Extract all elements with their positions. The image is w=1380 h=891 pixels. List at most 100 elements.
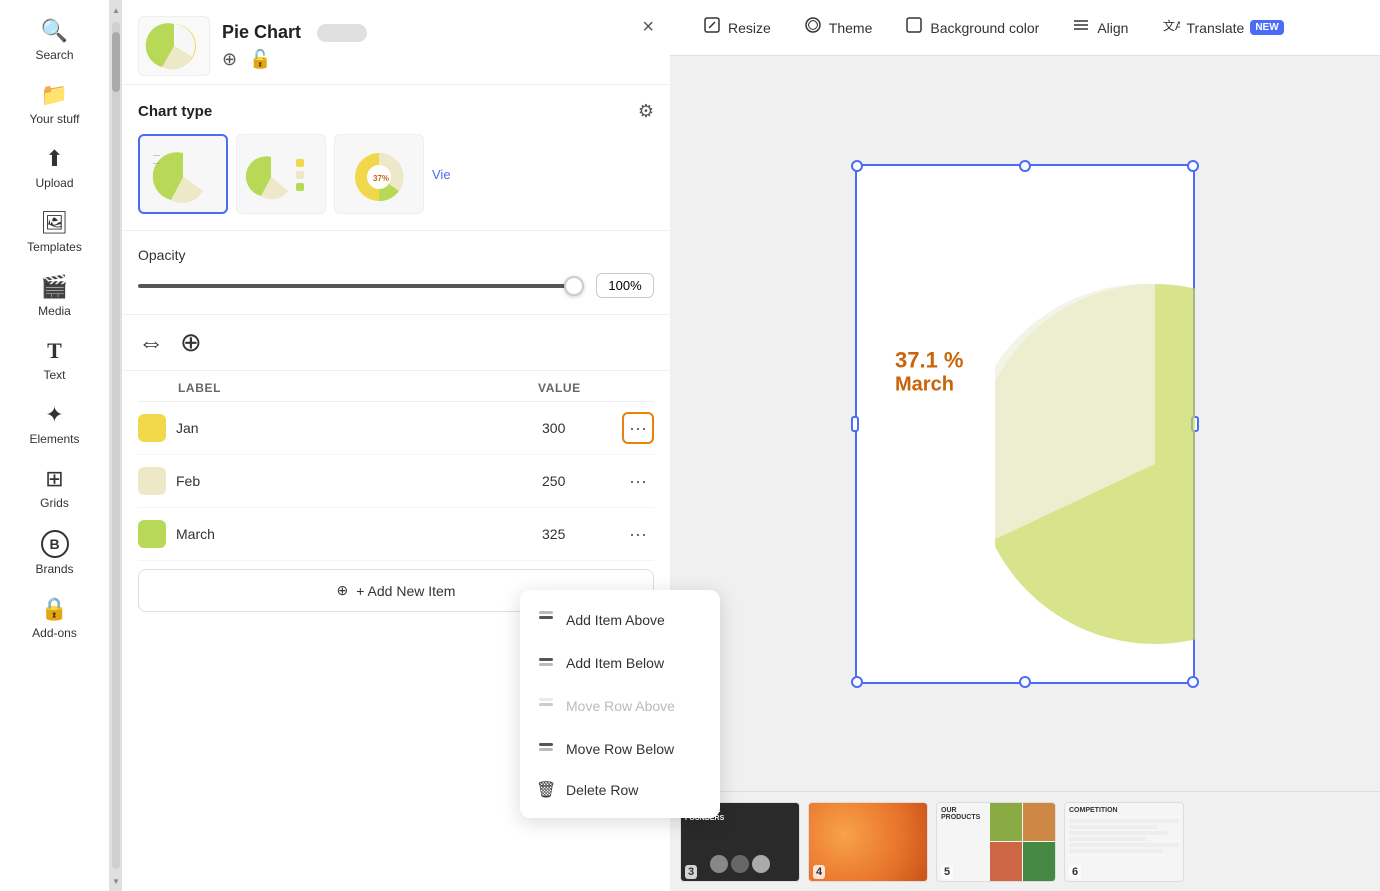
handle-top-middle[interactable] [1019,160,1031,172]
row-value-feb: 250 [542,473,622,489]
handle-bottom-right[interactable] [1187,676,1199,688]
col-action-header [618,381,654,395]
context-add-below[interactable]: Add Item Below [520,641,720,684]
slide-num-5: 5 [941,865,953,879]
svg-text:—: — [153,160,160,167]
sidebar-item-elements[interactable]: ✦ Elements [0,394,109,454]
row-label-march: March [176,526,542,542]
scrollbar-thumb[interactable] [112,32,120,92]
pie-chart-canvas [995,244,1195,644]
panel-icon-row: ⊕ 🔓 [222,49,630,70]
table-row: Feb 250 ··· [138,455,654,508]
chart-label-container: 37.1 % March [895,347,964,396]
panel-title-tag [317,24,367,42]
sidebar-item-brands[interactable]: B Brands [0,522,109,584]
chart-percent: 37.1 % [895,347,964,373]
row-menu-button-march[interactable]: ··· [622,518,654,550]
translate-button[interactable]: 文A Translate NEW [1148,9,1295,46]
move-above-icon [536,694,556,717]
panel-scrollbar[interactable]: ▲ ▼ [110,0,122,891]
sidebar-item-your-stuff[interactable]: 📁 Your stuff [0,74,109,134]
move-above-label: Move Row Above [566,698,675,714]
canvas-area: Resize Theme Background color [670,0,1380,891]
translate-label: Translate [1186,20,1244,36]
context-add-above[interactable]: Add Item Above [520,598,720,641]
bg-color-button[interactable]: Background color [892,9,1051,46]
resize-button[interactable]: Resize [690,9,783,46]
handle-top-right[interactable] [1187,160,1199,172]
row-label-jan: Jan [176,420,542,436]
sidebar-item-label: Text [43,368,65,382]
chart-type-pie-legend[interactable] [236,134,326,214]
duplicate-icon[interactable]: ⊕ [222,49,237,70]
panel-title-area: Pie Chart ⊕ 🔓 [222,22,630,70]
handle-bottom-left[interactable] [851,676,863,688]
row-menu-button-jan[interactable]: ··· [622,412,654,444]
opacity-label: Opacity [138,247,654,263]
filter-icon[interactable]: ⚙ [638,101,654,122]
panel-title: Pie Chart [222,22,301,43]
lock-icon[interactable]: 🔓 [249,49,271,70]
scroll-down-arrow[interactable]: ▼ [110,873,122,889]
view-more-area[interactable]: Vie [432,167,451,182]
add-below-icon [536,651,556,674]
color-swatch-march[interactable] [138,520,166,548]
slide-num-6: 6 [1069,865,1081,879]
sidebar-item-label: Brands [35,562,73,576]
row-label-feb: Feb [176,473,542,489]
theme-button[interactable]: Theme [791,9,885,46]
color-swatch-jan[interactable] [138,414,166,442]
opacity-slider[interactable] [138,284,584,288]
bg-color-label: Background color [930,20,1039,36]
scroll-up-arrow[interactable]: ▲ [110,2,122,18]
chart-type-full-pie[interactable]: — — [138,134,228,214]
layer-icon[interactable]: ⊕ [180,327,202,358]
add-new-item-label: + Add New Item [356,583,455,599]
filmstrip: MEET THEFOUNDERS 3 4 OURPRODUCTS [670,791,1380,891]
panel-chart-thumbnail [138,16,210,76]
handle-bottom-middle[interactable] [1019,676,1031,688]
media-icon: 🎬 [41,274,68,300]
sidebar-item-upload[interactable]: ⬆ Upload [0,138,109,198]
sidebar-item-text[interactable]: T Text [0,330,109,390]
flip-icon[interactable]: ⇔ [138,327,164,358]
row-menu-button-feb[interactable]: ··· [622,465,654,497]
opacity-input[interactable]: 100% [596,273,654,298]
row-value-jan: 300 [542,420,622,436]
film-thumb-5[interactable]: OURPRODUCTS 5 [936,802,1056,882]
sidebar-item-media[interactable]: 🎬 Media [0,266,109,326]
translate-icon: 文A [1160,15,1180,40]
canvas-slide: 37.1 % March [855,164,1195,684]
film-thumb-6[interactable]: COMPETITION 6 [1064,802,1184,882]
film-thumb-4[interactable]: 4 [808,802,928,882]
search-icon: 🔍 [41,18,68,44]
context-delete-row[interactable]: 🗑 Delete Row [520,770,720,810]
chart-type-label: Chart type [138,103,212,120]
context-move-below[interactable]: Move Row Below [520,727,720,770]
slide-num-4: 4 [813,865,825,879]
opacity-row: 100% [138,273,654,298]
sidebar-item-label: Add-ons [32,626,77,640]
close-button[interactable]: × [642,16,654,39]
handle-top-left[interactable] [851,160,863,172]
canvas: 37.1 % March [670,56,1380,791]
view-more-link[interactable]: Vie [432,167,451,182]
sidebar-item-templates[interactable]: 🖼 Templates [0,202,109,262]
handle-middle-left[interactable] [851,416,859,432]
align-button[interactable]: Align [1059,9,1140,46]
svg-text:37%: 37% [373,174,389,183]
top-toolbar: Resize Theme Background color [670,0,1380,56]
text-icon: T [47,338,62,364]
chart-type-donut[interactable]: 37% [334,134,424,214]
panel-header: Pie Chart ⊕ 🔓 × [122,0,670,85]
color-swatch-feb[interactable] [138,467,166,495]
sidebar-item-add-ons[interactable]: 🔒 Add-ons [0,588,109,648]
grids-icon: ⊞ [45,466,63,492]
delete-row-label: Delete Row [566,782,638,798]
sidebar-item-search[interactable]: 🔍 Search [0,10,109,70]
add-above-icon [536,608,556,631]
sidebar-item-grids[interactable]: ⊞ Grids [0,458,109,518]
resize-label: Resize [728,20,771,36]
context-move-above: Move Row Above [520,684,720,727]
sidebar-item-label: Upload [35,176,73,190]
